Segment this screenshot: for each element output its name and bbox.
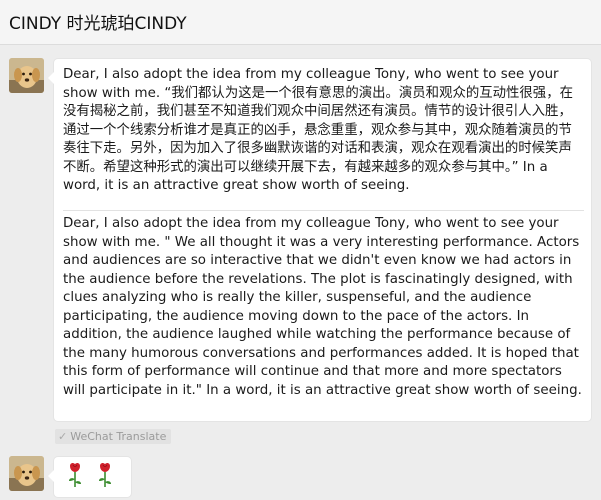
rose-emoji: [69, 462, 81, 487]
rose-emoji: [99, 462, 111, 487]
message-text-original: Dear, I also adopt the idea from my coll…: [63, 67, 573, 193]
translation-divider: [63, 210, 584, 211]
message-text-translated: Dear, I also adopt the idea from my coll…: [63, 216, 582, 398]
dog-avatar-icon: [9, 58, 44, 93]
check-icon: ✓: [58, 430, 68, 443]
translate-badge[interactable]: ✓ WeChat Translate: [55, 429, 172, 444]
chat-title: CINDY 时光琥珀CINDY: [9, 14, 187, 34]
translate-label: WeChat Translate: [70, 430, 167, 443]
sender-avatar[interactable]: [9, 58, 44, 93]
dog-avatar-icon: [9, 456, 44, 491]
sender-avatar[interactable]: [9, 456, 44, 491]
chat-header: CINDY 时光琥珀CINDY: [0, 0, 601, 45]
